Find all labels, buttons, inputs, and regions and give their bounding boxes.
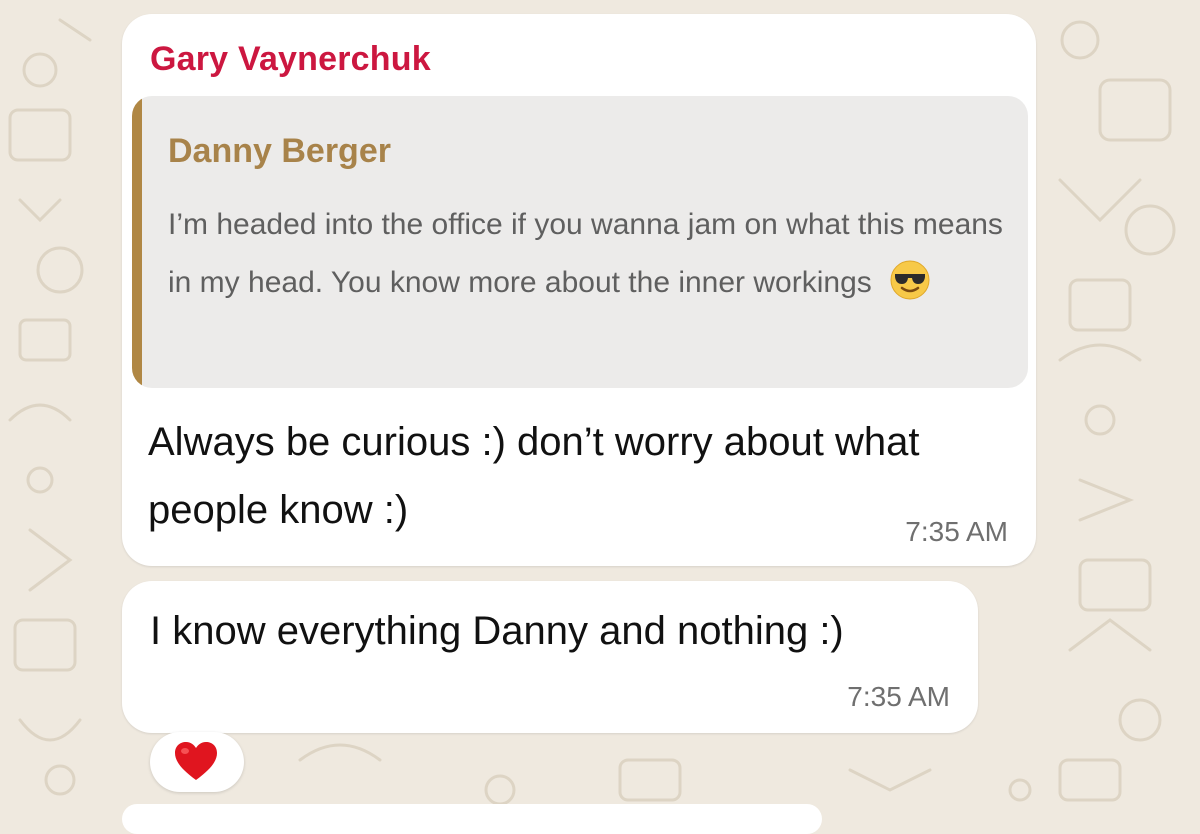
sender-name[interactable]: Gary Vaynerchuk [150, 40, 431, 79]
message-timestamp: 7:35 AM [905, 516, 1008, 547]
reaction-badge[interactable] [150, 732, 244, 792]
sunglasses-emoji-icon [890, 260, 930, 300]
message-bubble[interactable]: Gary Vaynerchuk Danny Berger I’m headed … [122, 14, 1036, 566]
message-bubble[interactable]: I know everything Danny and nothing :) 7… [122, 581, 978, 733]
quoted-message[interactable]: Danny Berger I’m headed into the office … [132, 96, 1028, 388]
quote-accent-bar [132, 96, 142, 388]
quote-text: I’m headed into the office if you wanna … [168, 208, 1003, 299]
quote-text-block: I’m headed into the office if you wanna … [168, 196, 1018, 312]
red-heart-icon [175, 742, 217, 780]
next-message-bubble-edge [122, 804, 822, 834]
message-timestamp: 7:35 AM [847, 681, 950, 712]
quote-author: Danny Berger [168, 132, 391, 170]
message-text: I know everything Danny and nothing :) [150, 609, 844, 653]
message-text: Always be curious :) don’t worry about w… [148, 420, 920, 532]
